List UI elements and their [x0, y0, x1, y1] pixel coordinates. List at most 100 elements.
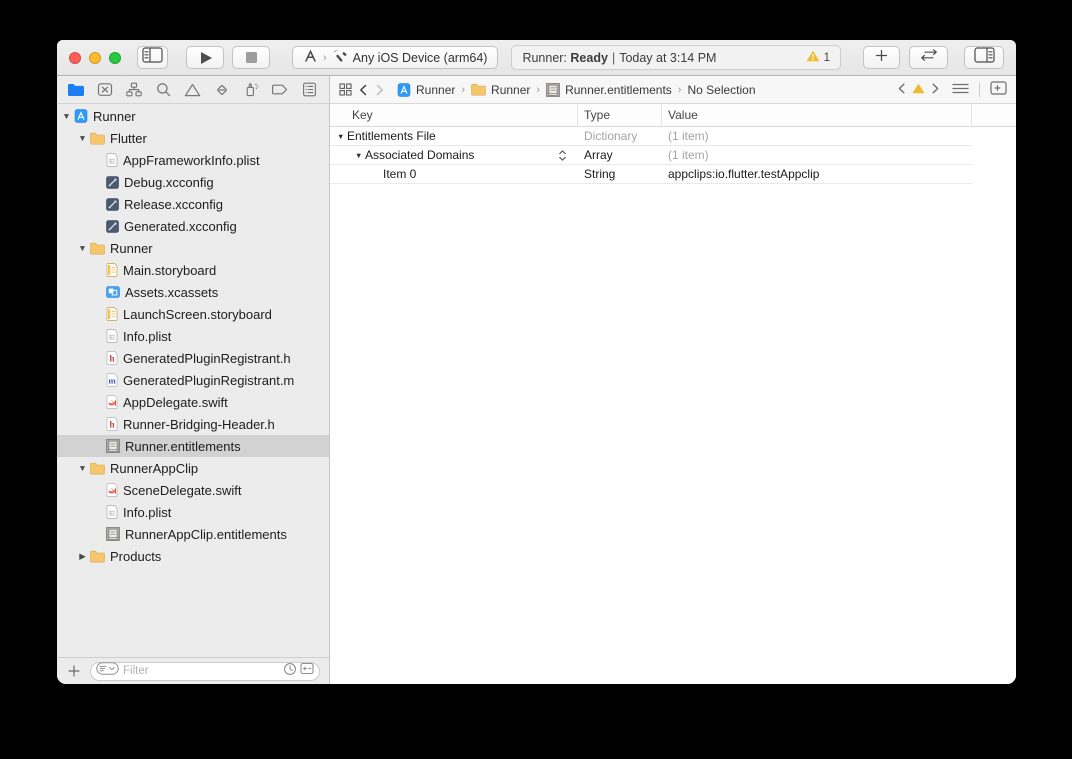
tree-item[interactable]: Info.plist — [57, 501, 329, 523]
editor-options-icon[interactable] — [952, 83, 969, 97]
tree-item-label: Runner — [93, 108, 136, 124]
tree-item[interactable]: SceneDelegate.swift — [57, 479, 329, 501]
traffic-lights — [69, 51, 121, 64]
previous-issue-icon[interactable] — [898, 83, 905, 97]
column-header-type[interactable]: Type — [578, 104, 662, 126]
key-cell[interactable]: Item 0 — [330, 165, 578, 183]
disclosure-open-icon[interactable]: ▼ — [77, 463, 88, 473]
plist-row[interactable]: ▼ Associated Domains Array (1 item) — [330, 146, 972, 165]
tree-item[interactable]: ▼ Runner — [57, 237, 329, 259]
value-cell[interactable]: appclips:io.flutter.testAppclip — [662, 165, 972, 183]
type-cell[interactable]: String — [578, 165, 662, 183]
project-icon — [74, 109, 88, 123]
tree-item[interactable]: Release.xcconfig — [57, 193, 329, 215]
plist-icon — [106, 329, 118, 343]
value-cell[interactable]: (1 item) — [662, 146, 972, 164]
tree-item[interactable]: ▼ Runner — [57, 105, 329, 127]
library-button[interactable] — [863, 46, 900, 69]
run-button[interactable] — [186, 46, 224, 69]
status-separator: | — [611, 50, 616, 65]
disclosure-open-icon[interactable]: ▼ — [77, 243, 88, 253]
tree-item[interactable]: Debug.xcconfig — [57, 171, 329, 193]
warning-badge[interactable]: 1 — [806, 50, 830, 65]
navigator-panel: ▼ Runner ▼ Flutter AppFrameworkInfo.plist Deb… — [57, 76, 330, 684]
issue-navigator-icon[interactable] — [182, 80, 204, 100]
tree-item[interactable]: m GeneratedPluginRegistrant.m — [57, 369, 329, 391]
entitlements-icon — [106, 439, 120, 453]
disclosure-open-icon[interactable]: ▼ — [77, 133, 88, 143]
tree-item[interactable]: AppDelegate.swift — [57, 391, 329, 413]
tree-item-label: RunnerAppClip — [110, 460, 199, 476]
sidebar-right-icon — [973, 47, 995, 68]
tree-item[interactable]: Assets.xcassets — [57, 281, 329, 303]
filter-input[interactable] — [123, 665, 279, 677]
breadcrumb-item[interactable]: No Selection — [687, 83, 755, 97]
filter-field[interactable] — [90, 661, 320, 681]
project-navigator-icon[interactable] — [65, 80, 87, 100]
code-review-button[interactable] — [909, 46, 948, 69]
status-time: Today at 3:14 PM — [619, 50, 717, 65]
scheme-selector[interactable]: › Any iOS Device (arm64) — [292, 46, 499, 69]
window-content: ▼ Runner ▼ Flutter AppFrameworkInfo.plist Deb… — [57, 76, 1016, 684]
related-items-icon[interactable] — [339, 83, 352, 96]
stop-button[interactable] — [232, 46, 270, 69]
go-back-icon[interactable] — [359, 84, 367, 96]
tree-item[interactable]: ▶ Products — [57, 545, 329, 567]
stepper-control[interactable] — [558, 149, 567, 165]
zoom-button[interactable] — [109, 51, 121, 64]
breadcrumb-item[interactable]: Runner — [471, 83, 530, 97]
plist-row[interactable]: ▼ Entitlements File Dictionary (1 item) — [330, 127, 972, 146]
entitlements-icon — [546, 82, 560, 97]
breakpoint-navigator-icon[interactable] — [269, 80, 291, 100]
report-navigator-icon[interactable] — [298, 80, 320, 100]
disclosure-open-icon[interactable]: ▼ — [355, 151, 365, 160]
value-cell[interactable]: (1 item) — [662, 127, 972, 145]
scm-status-filter-icon[interactable] — [300, 662, 314, 680]
test-navigator-icon[interactable] — [211, 80, 233, 100]
tree-item[interactable]: AppFrameworkInfo.plist — [57, 149, 329, 171]
breadcrumb-item[interactable]: Runner.entitlements — [546, 83, 672, 97]
issue-warning-icon[interactable] — [912, 83, 925, 97]
tree-item[interactable]: LaunchScreen.storyboard — [57, 303, 329, 325]
tree-item-label: Info.plist — [123, 328, 172, 344]
add-editor-icon[interactable] — [990, 81, 1007, 98]
column-header-key[interactable]: Key — [330, 104, 578, 126]
type-cell[interactable]: Array — [578, 146, 662, 164]
tree-item[interactable]: ▼ RunnerAppClip — [57, 457, 329, 479]
key-cell[interactable]: ▼ Entitlements File — [330, 127, 578, 145]
add-file-button[interactable] — [66, 663, 82, 679]
xcconfig-icon — [106, 219, 119, 233]
tree-item-label: Runner.entitlements — [125, 438, 241, 454]
breadcrumb-item[interactable]: Runner — [397, 83, 455, 97]
symbol-navigator-icon[interactable] — [123, 80, 145, 100]
tree-item[interactable]: RunnerAppClip.entitlements — [57, 523, 329, 545]
disclosure-closed-icon[interactable]: ▶ — [77, 551, 88, 562]
type-cell[interactable]: Dictionary — [578, 127, 662, 145]
source-control-navigator-icon[interactable] — [94, 80, 116, 100]
tree-item[interactable]: ▼ Flutter — [57, 127, 329, 149]
toggle-inspector-button[interactable] — [964, 46, 1004, 69]
toggle-navigator-button[interactable] — [137, 46, 168, 69]
go-forward-icon[interactable] — [376, 84, 384, 96]
key-cell[interactable]: ▼ Associated Domains — [330, 146, 578, 164]
tree-item-label: Info.plist — [123, 504, 172, 520]
plist-row[interactable]: Item 0 String appclips:io.flutter.testAppc… — [330, 165, 972, 184]
tree-item[interactable]: Main.storyboard — [57, 259, 329, 281]
find-navigator-icon[interactable] — [152, 80, 174, 100]
close-button[interactable] — [69, 51, 81, 64]
tree-item[interactable]: Runner.entitlements — [57, 435, 329, 457]
tree-item[interactable]: Info.plist — [57, 325, 329, 347]
recent-files-icon[interactable] — [283, 662, 297, 681]
debug-navigator-icon[interactable] — [240, 80, 262, 100]
minimize-button[interactable] — [89, 51, 101, 64]
tree-item[interactable]: h GeneratedPluginRegistrant.h — [57, 347, 329, 369]
tree-item[interactable]: Generated.xcconfig — [57, 215, 329, 237]
jump-bar-right — [898, 81, 1007, 98]
activity-view[interactable]: Runner: Ready | Today at 3:14 PM 1 — [511, 45, 841, 70]
disclosure-open-icon[interactable]: ▼ — [61, 111, 72, 121]
disclosure-open-icon[interactable]: ▼ — [337, 132, 347, 141]
next-issue-icon[interactable] — [932, 83, 939, 97]
column-header-value[interactable]: Value — [662, 104, 972, 126]
tree-item[interactable]: h Runner-Bridging-Header.h — [57, 413, 329, 435]
toolbar: › Any iOS Device (arm64) Runner: Ready | T… — [57, 40, 1016, 76]
